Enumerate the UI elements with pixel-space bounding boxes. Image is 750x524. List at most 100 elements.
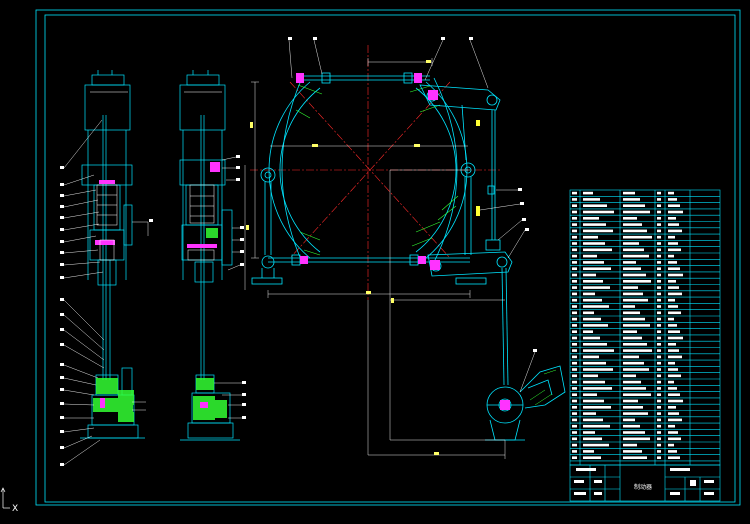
table-cell-text — [668, 210, 683, 214]
cad-drawing-canvas[interactable]: X 制动器 — [0, 0, 750, 520]
table-cell-text — [583, 311, 594, 315]
table-cell-text — [657, 254, 661, 258]
side-view-2-balloons — [236, 155, 246, 419]
upper-tie-rod — [300, 72, 430, 84]
table-cell-text — [657, 393, 661, 396]
table-cell-text — [623, 424, 640, 428]
table-cell-text — [583, 399, 604, 403]
table-cell-text — [572, 248, 577, 252]
table-cell-text — [583, 437, 602, 441]
table-cell-text — [572, 286, 577, 289]
table-cell-text — [623, 406, 643, 409]
table-cell-text — [572, 280, 577, 283]
table-cell-text — [657, 204, 661, 207]
table-cell-text — [623, 311, 640, 315]
table-cell-text — [572, 292, 577, 296]
table-cell-text — [572, 210, 577, 214]
table-cell-text — [572, 437, 577, 441]
table-cell-text — [572, 387, 577, 390]
table-cell-text — [623, 273, 646, 277]
thruster-hatch — [529, 369, 557, 406]
table-cell-text — [668, 267, 680, 270]
side-view-1-hatch — [93, 378, 134, 422]
table-cell-text — [572, 217, 577, 220]
table-cell-text — [657, 229, 661, 233]
table-cell-text — [583, 286, 610, 289]
table-cell-text — [657, 273, 661, 277]
table-cell-text — [668, 443, 674, 447]
right-arm-accents — [428, 90, 440, 270]
table-cell-text — [583, 254, 597, 258]
table-cell-text — [623, 305, 635, 308]
title-block-caption: 制动器 — [634, 483, 652, 491]
table-cell-text — [668, 431, 678, 434]
table-cell-text — [572, 305, 577, 308]
table-cell-text — [572, 242, 577, 245]
table-cell-text — [657, 374, 661, 378]
table-cell-text — [572, 191, 577, 195]
table-cell-text — [572, 456, 577, 459]
table-cell-text — [668, 305, 678, 308]
table-cell-text — [657, 210, 661, 214]
table-cell-text — [572, 361, 577, 365]
table-cell-text — [572, 399, 577, 403]
table-cell-text — [623, 368, 649, 371]
table-cell-text — [623, 292, 643, 296]
parts-list-entries — [572, 191, 683, 459]
table-cell-text — [657, 305, 661, 308]
table-cell-text — [572, 261, 577, 264]
table-cell-text — [657, 286, 661, 289]
ucs-x-label: X — [12, 504, 18, 514]
table-cell-text — [657, 418, 661, 422]
table-cell-text — [623, 261, 636, 264]
table-cell-text — [668, 229, 682, 233]
table-cell-text — [572, 317, 577, 321]
table-cell-text — [572, 343, 577, 346]
table-cell-text — [657, 280, 661, 283]
table-cell-text — [583, 217, 599, 220]
table-cell-text — [657, 198, 661, 201]
table-cell-text — [583, 317, 601, 321]
table-cell-text — [572, 223, 577, 226]
table-cell-text — [583, 424, 610, 428]
dimension-lines — [244, 58, 506, 459]
table-cell-text — [572, 418, 577, 422]
table-cell-text — [583, 374, 598, 378]
table-cell-text — [583, 229, 613, 233]
table-cell-text — [572, 254, 577, 258]
table-cell-text — [657, 223, 661, 226]
table-cell-text — [572, 443, 577, 447]
table-cell-text — [657, 387, 661, 390]
table-cell-text — [583, 298, 602, 302]
table-cell-text — [583, 191, 593, 195]
side-view-1-details — [90, 91, 128, 261]
table-cell-text — [583, 349, 614, 352]
table-cell-text — [583, 380, 605, 384]
table-cell-text — [583, 450, 594, 453]
table-cell-text — [668, 387, 677, 390]
ucs-axis-icon — [0, 487, 10, 509]
table-cell-text — [623, 349, 652, 352]
main-view-balloons — [288, 37, 537, 352]
table-cell-text — [668, 254, 674, 258]
table-cell-text — [668, 412, 679, 415]
table-cell-text — [623, 418, 635, 422]
outer-frame — [35, 9, 741, 506]
table-cell-text — [668, 204, 680, 207]
table-cell-text — [583, 242, 605, 245]
table-cell-text — [572, 424, 577, 428]
table-cell-text — [623, 242, 639, 245]
table-cell-text — [572, 349, 577, 352]
table-cell-text — [572, 324, 577, 327]
side-view-1-accents — [95, 180, 115, 408]
table-cell-text — [668, 261, 677, 264]
table-cell-text — [657, 235, 661, 239]
table-cell-text — [572, 229, 577, 233]
table-cell-text — [668, 343, 676, 346]
table-cell-text — [668, 242, 678, 245]
table-cell-text — [668, 273, 683, 277]
table-cell-text — [668, 248, 681, 252]
table-cell-text — [657, 406, 661, 409]
table-cell-text — [572, 298, 577, 302]
table-cell-text — [572, 406, 577, 409]
